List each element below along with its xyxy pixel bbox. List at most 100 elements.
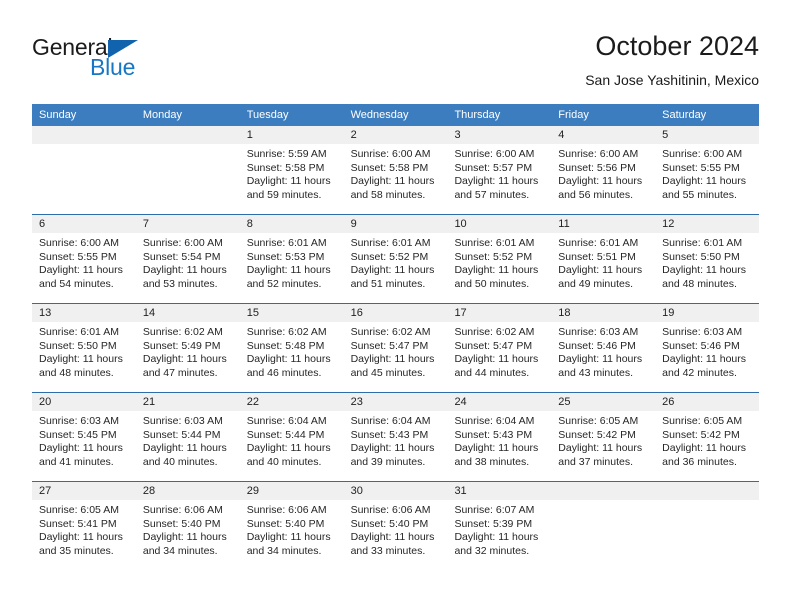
day-sun-info: Sunrise: 6:00 AM Sunset: 5:55 PM Daylight:… xyxy=(655,144,759,202)
sunset-text: Sunset: 5:40 PM xyxy=(350,517,429,530)
day-sun-info: Sunrise: 6:04 AM Sunset: 5:44 PM Daylight:… xyxy=(240,411,344,469)
daylight-text-line2: and 59 minutes. xyxy=(246,188,322,201)
sunset-text: Sunset: 5:44 PM xyxy=(246,428,325,441)
calendar-day-cell[interactable]: 17 Sunrise: 6:02 AM Sunset: 5:47 PM Dayligh… xyxy=(447,304,552,392)
sunrise-text: Sunrise: 6:01 AM xyxy=(350,237,431,249)
general-blue-logo[interactable]: General Blue xyxy=(32,34,232,88)
daylight-text-line2: and 35 minutes. xyxy=(39,544,114,557)
calendar-day-cell[interactable]: 14 Sunrise: 6:02 AM Sunset: 5:49 PM Dayligh… xyxy=(135,304,240,392)
calendar-day-cell[interactable]: 2 Sunrise: 6:00 AM Sunset: 5:58 PM Daylight… xyxy=(343,126,448,214)
calendar-day-cell[interactable]: 24 Sunrise: 6:04 AM Sunset: 5:43 PM Dayligh… xyxy=(447,393,552,481)
sunset-text: Sunset: 5:46 PM xyxy=(558,339,636,352)
sunset-text: Sunset: 5:56 PM xyxy=(558,161,636,174)
calendar-day-cell[interactable]: 26 Sunrise: 6:05 AM Sunset: 5:42 PM Dayligh… xyxy=(655,393,760,481)
calendar-day-cell[interactable]: 12 Sunrise: 6:01 AM Sunset: 5:50 PM Dayligh… xyxy=(655,215,760,303)
daylight-text-line1: Daylight: 11 hours xyxy=(39,264,123,277)
calendar-day-cell[interactable]: 21 Sunrise: 6:03 AM Sunset: 5:44 PM Dayligh… xyxy=(135,393,240,481)
day-number: 25 xyxy=(551,393,656,411)
daylight-text-line2: and 54 minutes. xyxy=(39,277,114,290)
daylight-text-line1: Daylight: 11 hours xyxy=(350,442,435,455)
calendar-day-cell[interactable]: 31 Sunrise: 6:07 AM Sunset: 5:39 PM Dayligh… xyxy=(447,482,552,570)
calendar-day-cell[interactable]: 19 Sunrise: 6:03 AM Sunset: 5:46 PM Dayligh… xyxy=(655,304,760,392)
calendar-day-cell[interactable]: 8 Sunrise: 6:01 AM Sunset: 5:53 PM Daylight… xyxy=(239,215,344,303)
sunrise-text: Sunrise: 6:01 AM xyxy=(246,237,327,249)
day-number: 24 xyxy=(447,393,552,411)
day-sun-info: Sunrise: 6:01 AM Sunset: 5:52 PM Daylight:… xyxy=(344,233,448,291)
sunrise-text: Sunrise: 6:04 AM xyxy=(246,415,327,427)
day-number: 2 xyxy=(343,126,448,144)
day-number: 23 xyxy=(343,393,448,411)
sunset-text: Sunset: 5:47 PM xyxy=(350,339,429,352)
day-sun-info: Sunrise: 6:00 AM Sunset: 5:58 PM Daylight:… xyxy=(344,144,448,202)
sunrise-text: Sunrise: 6:02 AM xyxy=(142,326,223,338)
day-number: 7 xyxy=(135,215,240,233)
weekday-header-friday: Friday xyxy=(558,109,589,121)
sunrise-text: Sunrise: 6:03 AM xyxy=(558,326,639,338)
daylight-text-line2: and 34 minutes. xyxy=(246,544,322,557)
sunset-text: Sunset: 5:43 PM xyxy=(350,428,429,441)
calendar-day-cell[interactable]: 7 Sunrise: 6:00 AM Sunset: 5:54 PM Daylight… xyxy=(135,215,240,303)
sunset-text: Sunset: 5:41 PM xyxy=(39,517,117,530)
sunrise-text: Sunrise: 6:06 AM xyxy=(350,504,431,516)
daylight-text-line1: Daylight: 11 hours xyxy=(246,531,331,544)
calendar-day-cell[interactable]: 3 Sunrise: 6:00 AM Sunset: 5:57 PM Daylight… xyxy=(447,126,552,214)
calendar-day-cell[interactable]: 16 Sunrise: 6:02 AM Sunset: 5:47 PM Dayligh… xyxy=(343,304,448,392)
daylight-text-line2: and 50 minutes. xyxy=(454,277,530,290)
sunset-text: Sunset: 5:42 PM xyxy=(558,428,636,441)
day-sun-info: Sunrise: 6:04 AM Sunset: 5:43 PM Daylight:… xyxy=(344,411,448,469)
daylight-text-line1: Daylight: 11 hours xyxy=(246,442,331,455)
sunrise-text: Sunrise: 6:03 AM xyxy=(662,326,743,338)
calendar-day-cell[interactable]: 29 Sunrise: 6:06 AM Sunset: 5:40 PM Dayligh… xyxy=(239,482,344,570)
daylight-text-line2: and 37 minutes. xyxy=(558,455,634,468)
calendar-day-cell[interactable]: 5 Sunrise: 6:00 AM Sunset: 5:55 PM Daylight… xyxy=(655,126,760,214)
calendar-day-cell[interactable]: 22 Sunrise: 6:04 AM Sunset: 5:44 PM Dayligh… xyxy=(239,393,344,481)
day-number: 26 xyxy=(655,393,760,411)
daylight-text-line2: and 41 minutes. xyxy=(39,455,114,468)
day-number: 20 xyxy=(32,393,136,411)
calendar-day-cell[interactable]: 6 Sunrise: 6:00 AM Sunset: 5:55 PM Daylight… xyxy=(32,215,136,303)
calendar-day-cell[interactable]: 30 Sunrise: 6:06 AM Sunset: 5:40 PM Dayligh… xyxy=(343,482,448,570)
calendar-day-cell[interactable]: 13 Sunrise: 6:01 AM Sunset: 5:50 PM Dayligh… xyxy=(32,304,136,392)
calendar-day-cell[interactable]: 10 Sunrise: 6:01 AM Sunset: 5:52 PM Dayligh… xyxy=(447,215,552,303)
daylight-text-line1: Daylight: 11 hours xyxy=(350,175,435,188)
sunset-text: Sunset: 5:42 PM xyxy=(662,428,740,441)
daylight-text-line1: Daylight: 11 hours xyxy=(558,353,643,366)
sunset-text: Sunset: 5:57 PM xyxy=(454,161,533,174)
sunset-text: Sunset: 5:46 PM xyxy=(662,339,740,352)
sunrise-text: Sunrise: 6:03 AM xyxy=(142,415,223,427)
sunrise-text: Sunrise: 6:06 AM xyxy=(142,504,223,516)
weekday-header-monday: Monday xyxy=(142,109,182,121)
sunrise-text: Sunrise: 5:59 AM xyxy=(246,148,327,160)
sunrise-text: Sunrise: 6:05 AM xyxy=(662,415,743,427)
daylight-text-line2: and 45 minutes. xyxy=(350,366,426,379)
daylight-text-line2: and 33 minutes. xyxy=(350,544,426,557)
calendar-week-row: 13 Sunrise: 6:01 AM Sunset: 5:50 PM Dayligh… xyxy=(32,303,760,392)
daylight-text-line1: Daylight: 11 hours xyxy=(142,353,227,366)
calendar-day-cell[interactable]: 11 Sunrise: 6:01 AM Sunset: 5:51 PM Dayligh… xyxy=(551,215,656,303)
weekday-header-thursday: Thursday xyxy=(454,109,501,121)
day-number: 27 xyxy=(32,482,136,500)
calendar-day-cell[interactable]: 9 Sunrise: 6:01 AM Sunset: 5:52 PM Daylight… xyxy=(343,215,448,303)
calendar-day-cell[interactable]: 20 Sunrise: 6:03 AM Sunset: 5:45 PM Dayligh… xyxy=(32,393,136,481)
sunrise-text: Sunrise: 6:02 AM xyxy=(350,326,431,338)
day-sun-info: Sunrise: 6:01 AM Sunset: 5:51 PM Daylight:… xyxy=(551,233,655,291)
calendar-day-cell[interactable]: 18 Sunrise: 6:03 AM Sunset: 5:46 PM Dayligh… xyxy=(551,304,656,392)
daylight-text-line2: and 32 minutes. xyxy=(454,544,530,557)
page-title: October 2024 xyxy=(595,31,759,61)
day-sun-info: Sunrise: 6:03 AM Sunset: 5:44 PM Daylight:… xyxy=(136,411,240,469)
title-block: October 2024 San Jose Yashitinin, Mexico xyxy=(585,30,759,90)
calendar-day-cell[interactable]: 15 Sunrise: 6:02 AM Sunset: 5:48 PM Dayligh… xyxy=(239,304,344,392)
sunrise-text: Sunrise: 6:01 AM xyxy=(39,326,119,338)
calendar-day-cell[interactable]: 25 Sunrise: 6:05 AM Sunset: 5:42 PM Dayligh… xyxy=(551,393,656,481)
daylight-text-line2: and 39 minutes. xyxy=(350,455,426,468)
calendar-day-cell[interactable]: 4 Sunrise: 6:00 AM Sunset: 5:56 PM Daylight… xyxy=(551,126,656,214)
calendar-day-cell[interactable]: 27 Sunrise: 6:05 AM Sunset: 5:41 PM Dayligh… xyxy=(32,482,136,570)
calendar-day-cell[interactable]: 28 Sunrise: 6:06 AM Sunset: 5:40 PM Dayligh… xyxy=(135,482,240,570)
daylight-text-line1: Daylight: 11 hours xyxy=(39,442,123,455)
weekday-header-sunday: Sunday xyxy=(39,109,77,121)
calendar-day-cell[interactable]: 23 Sunrise: 6:04 AM Sunset: 5:43 PM Dayligh… xyxy=(343,393,448,481)
logo-text-blue: Blue xyxy=(90,54,136,80)
sunrise-text: Sunrise: 6:00 AM xyxy=(558,148,639,160)
day-number: 16 xyxy=(343,304,448,322)
calendar-day-cell[interactable]: 1 Sunrise: 5:59 AM Sunset: 5:58 PM Daylight… xyxy=(239,126,344,214)
